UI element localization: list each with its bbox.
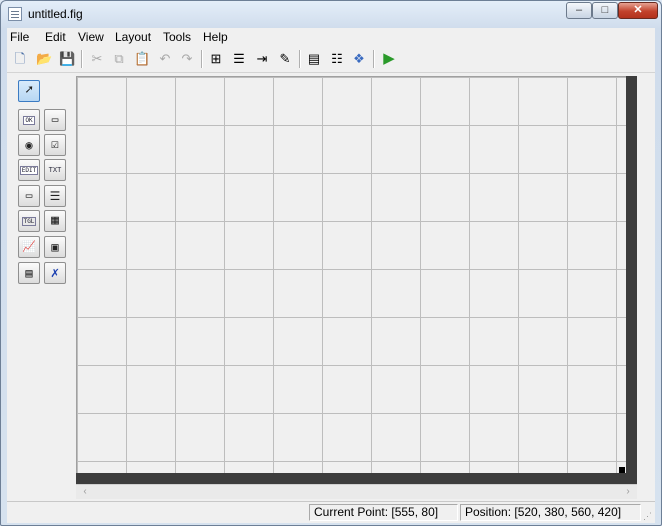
new-figure-icon[interactable]: 🗋 xyxy=(12,51,28,67)
property-inspector-icon[interactable]: ☷ xyxy=(329,51,345,67)
redo-icon[interactable]: ↷ xyxy=(179,51,195,67)
figure-bottom-edge[interactable] xyxy=(76,473,637,484)
menu-bar: File Edit View Layout Tools Help xyxy=(7,28,655,47)
status-bar: Current Point: [555, 80] Position: [520,… xyxy=(7,501,655,523)
figure-resize-handle[interactable] xyxy=(619,467,625,473)
window-title: untitled.fig xyxy=(28,7,83,21)
toolbar-separator xyxy=(299,50,301,68)
position-readout: Position: [520, 380, 560, 420] xyxy=(460,504,641,521)
figure-right-edge[interactable] xyxy=(626,76,637,484)
table-tool-icon[interactable]: ▦ xyxy=(44,210,66,232)
cut-icon[interactable]: ✂ xyxy=(89,51,105,67)
title-bar[interactable]: untitled.fig – □ ✕ xyxy=(1,1,661,27)
component-palette: ➚ OK ▭ ◉ ☑ EDIT TXT ▭ ☰ TGL ▦ 📈 ▣ ▤ ✗ xyxy=(7,73,76,501)
scroll-left-icon[interactable]: ‹ xyxy=(78,485,92,499)
button-group-tool-icon[interactable]: ▤ xyxy=(18,262,40,284)
toggle-button-tool-label: TGL xyxy=(21,217,37,226)
menu-file[interactable]: File xyxy=(10,30,29,44)
save-icon[interactable]: 💾 xyxy=(59,51,75,67)
static-text-tool-label: TXT xyxy=(48,166,62,174)
maximize-button[interactable]: □ xyxy=(592,2,618,19)
horizontal-scrollbar[interactable]: ‹ › xyxy=(76,484,637,499)
axes-tool-icon[interactable]: 📈 xyxy=(18,236,40,258)
push-button-tool-icon[interactable]: OK xyxy=(18,109,40,131)
check-box-tool-icon[interactable]: ☑ xyxy=(44,134,66,156)
run-figure-icon[interactable]: ▶ xyxy=(381,51,397,67)
undo-icon[interactable]: ↶ xyxy=(157,51,173,67)
copy-icon[interactable]: ⧉ xyxy=(111,51,127,67)
menu-view[interactable]: View xyxy=(78,30,104,44)
figure-file-icon xyxy=(8,7,22,21)
listbox-tool-icon[interactable]: ☰ xyxy=(44,185,66,207)
close-button[interactable]: ✕ xyxy=(618,2,658,19)
panel-tool-icon[interactable]: ▣ xyxy=(44,236,66,258)
push-button-tool-label: OK xyxy=(23,116,35,125)
menu-edit[interactable]: Edit xyxy=(45,30,66,44)
edit-text-tool-icon[interactable]: EDIT xyxy=(18,159,40,181)
m-file-editor-icon[interactable]: ▤ xyxy=(306,51,322,67)
toolbar-editor-icon[interactable]: ✎ xyxy=(277,51,293,67)
tab-order-editor-icon[interactable]: ⇥ xyxy=(254,51,270,67)
toolbar-separator xyxy=(201,50,203,68)
open-file-icon[interactable]: 📂 xyxy=(36,51,52,67)
object-browser-icon[interactable]: ❖ xyxy=(351,51,367,67)
select-tool-icon[interactable]: ➚ xyxy=(18,80,40,102)
slider-tool-icon[interactable]: ▭ xyxy=(44,109,66,131)
toolbar-separator xyxy=(81,50,83,68)
radio-button-tool-icon[interactable]: ◉ xyxy=(18,134,40,156)
resize-grip-icon[interactable]: ⋰ xyxy=(643,511,653,521)
popup-menu-tool-icon[interactable]: ▭ xyxy=(18,185,40,207)
menu-editor-icon[interactable]: ☰ xyxy=(231,51,247,67)
layout-grid-canvas[interactable] xyxy=(76,76,626,486)
menu-layout[interactable]: Layout xyxy=(115,30,151,44)
edit-text-tool-label: EDIT xyxy=(19,166,39,175)
toggle-button-tool-icon[interactable]: TGL xyxy=(18,210,40,232)
menu-tools[interactable]: Tools xyxy=(163,30,191,44)
guide-window: untitled.fig – □ ✕ File Edit View Layout… xyxy=(0,0,662,526)
minimize-button[interactable]: – xyxy=(566,2,592,19)
guide-layout-area: ➚ OK ▭ ◉ ☑ EDIT TXT ▭ ☰ TGL ▦ 📈 ▣ ▤ ✗ ‹ … xyxy=(7,73,655,501)
toolbar: 🗋 📂 💾 ✂ ⧉ 📋 ↶ ↷ ⊞ ☰ ⇥ ✎ ▤ ☷ ❖ ▶ xyxy=(7,47,655,73)
paste-icon[interactable]: 📋 xyxy=(134,51,150,67)
static-text-tool-icon[interactable]: TXT xyxy=(44,159,66,181)
current-point-readout: Current Point: [555, 80] xyxy=(309,504,458,521)
menu-help[interactable]: Help xyxy=(203,30,228,44)
activex-control-tool-icon[interactable]: ✗ xyxy=(44,262,66,284)
scroll-right-icon[interactable]: › xyxy=(621,485,635,499)
align-objects-icon[interactable]: ⊞ xyxy=(208,51,224,67)
toolbar-separator xyxy=(373,50,375,68)
